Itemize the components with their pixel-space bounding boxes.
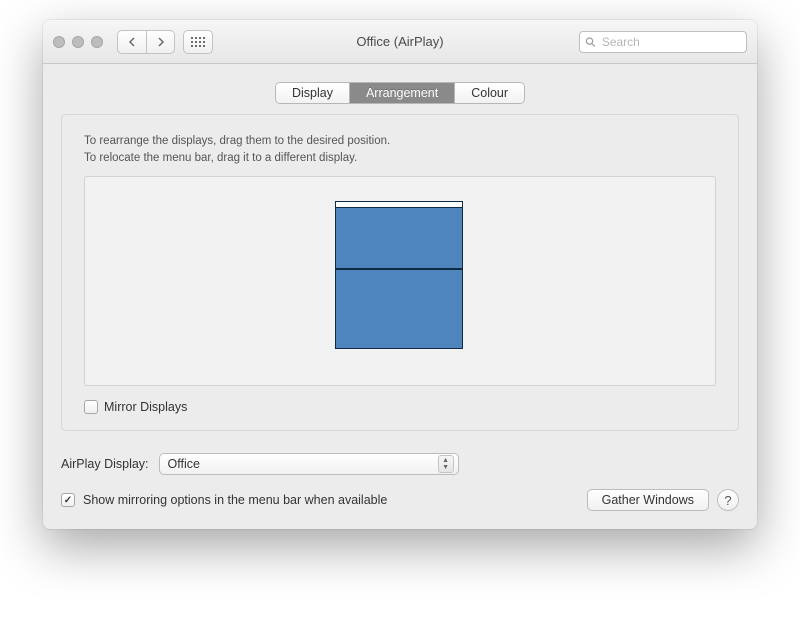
airplay-label: AirPlay Display: xyxy=(61,457,149,471)
search-icon xyxy=(585,36,596,48)
tab-arrangement[interactable]: Arrangement xyxy=(349,83,454,103)
grid-icon xyxy=(191,37,205,47)
show-all-button[interactable] xyxy=(183,30,213,54)
content: Display Arrangement Colour To rearrange … xyxy=(43,82,757,529)
tab-display[interactable]: Display xyxy=(276,83,349,103)
footer: AirPlay Display: Office ▲▼ Show mirrorin… xyxy=(61,453,739,511)
menubar-handle[interactable] xyxy=(336,202,462,208)
close-dot[interactable] xyxy=(53,36,65,48)
back-button[interactable] xyxy=(118,31,146,53)
traffic-lights xyxy=(53,36,103,48)
tab-segmented: Display Arrangement Colour xyxy=(275,82,525,104)
instructions: To rearrange the displays, drag them to … xyxy=(84,133,716,166)
minimize-dot[interactable] xyxy=(72,36,84,48)
gather-windows-button[interactable]: Gather Windows xyxy=(587,489,709,511)
display-primary[interactable] xyxy=(335,201,463,269)
bottom-row: Show mirroring options in the menu bar w… xyxy=(61,489,739,511)
instruction-line: To rearrange the displays, drag them to … xyxy=(84,133,716,150)
search-field[interactable] xyxy=(579,31,747,53)
forward-button[interactable] xyxy=(146,31,174,53)
tabs: Display Arrangement Colour xyxy=(61,82,739,104)
search-input[interactable] xyxy=(600,34,741,50)
arrangement-panel: To rearrange the displays, drag them to … xyxy=(61,114,739,431)
instruction-line: To relocate the menu bar, drag it to a d… xyxy=(84,150,716,167)
mirror-displays-row: Mirror Displays xyxy=(84,400,716,414)
titlebar: Office (AirPlay) xyxy=(43,20,757,64)
airplay-select[interactable]: Office ▲▼ xyxy=(159,453,459,475)
display-secondary[interactable] xyxy=(335,269,463,349)
show-mirroring-label: Show mirroring options in the menu bar w… xyxy=(83,493,387,507)
nav-back-forward xyxy=(117,30,175,54)
mirror-displays-label: Mirror Displays xyxy=(104,400,187,414)
prefs-window: Office (AirPlay) Display Arrangement Col… xyxy=(43,20,757,529)
show-mirroring-checkbox[interactable] xyxy=(61,493,75,507)
mirror-displays-checkbox[interactable] xyxy=(84,400,98,414)
tab-colour[interactable]: Colour xyxy=(454,83,524,103)
chevron-updown-icon: ▲▼ xyxy=(438,455,454,473)
help-button[interactable]: ? xyxy=(717,489,739,511)
airplay-selected-value: Office xyxy=(168,457,200,471)
airplay-row: AirPlay Display: Office ▲▼ xyxy=(61,453,739,475)
zoom-dot[interactable] xyxy=(91,36,103,48)
display-arrangement-area[interactable] xyxy=(84,176,716,386)
